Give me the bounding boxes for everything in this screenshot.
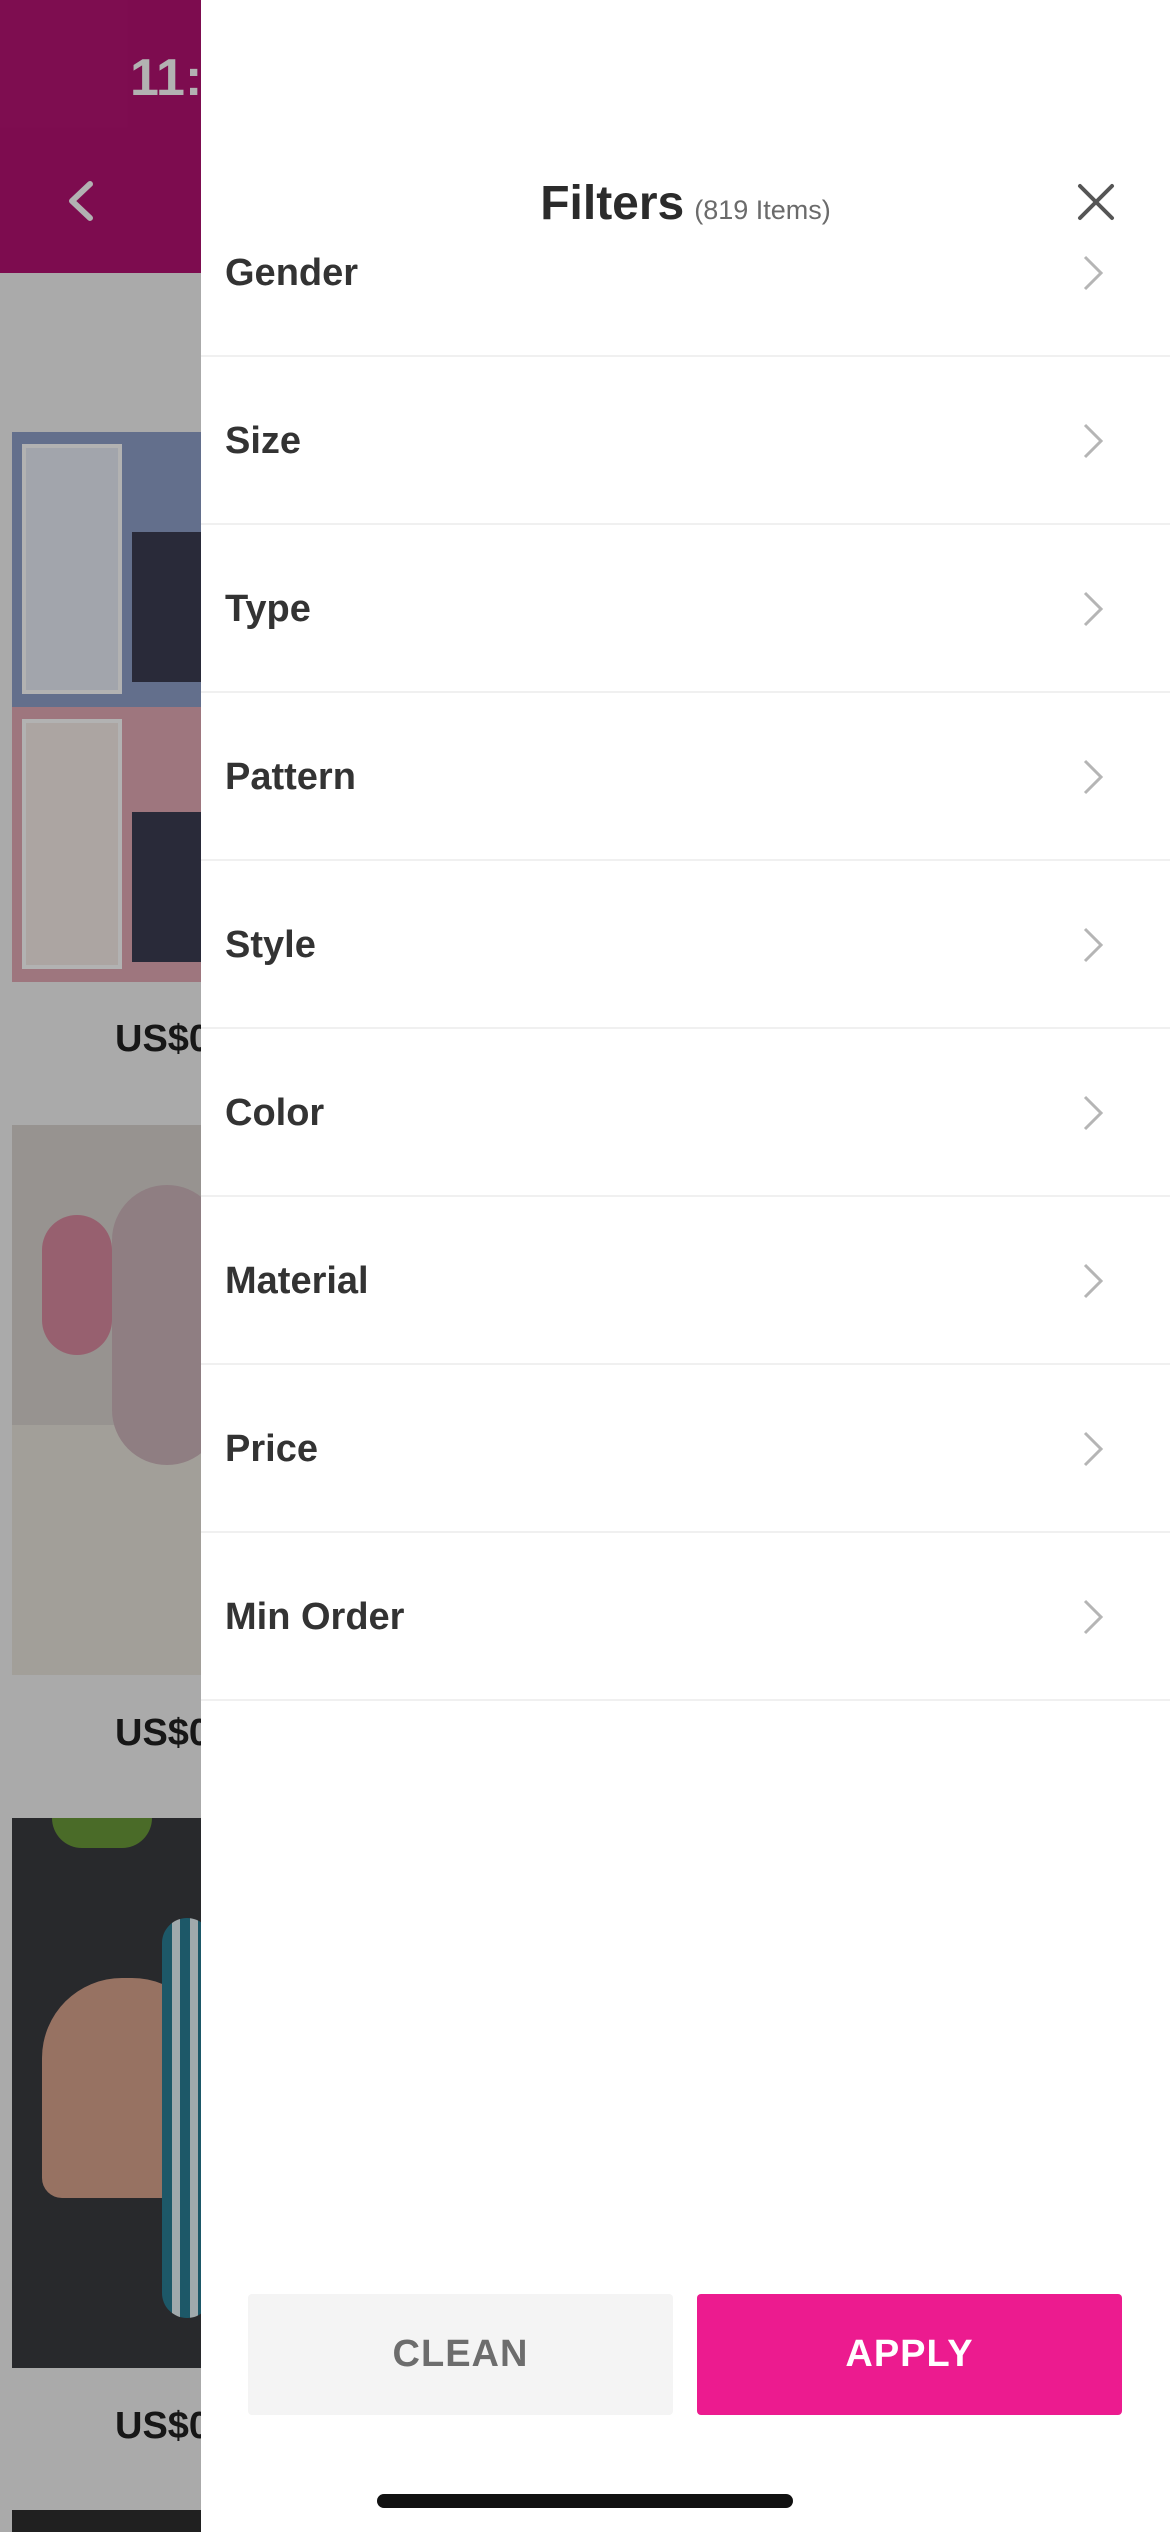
filter-item-min-order[interactable]: Min Order	[201, 1533, 1170, 1701]
filter-item-color[interactable]: Color	[201, 1029, 1170, 1197]
filter-item-label: Pattern	[225, 756, 356, 798]
filter-drawer: Filters (819 Items) Gender Size Type Patt…	[201, 0, 1170, 2532]
home-indicator	[377, 2494, 793, 2508]
filter-item-size[interactable]: Size	[201, 357, 1170, 525]
filter-item-pattern[interactable]: Pattern	[201, 693, 1170, 861]
chevron-right-icon	[1083, 1599, 1104, 1635]
filter-item-label: Color	[225, 1092, 325, 1134]
filter-item-label: Min Order	[225, 1596, 405, 1638]
apply-button[interactable]: APPLY	[697, 2294, 1122, 2415]
filter-item-label: Gender	[225, 252, 359, 294]
chevron-right-icon	[1083, 927, 1104, 963]
filter-item-gender[interactable]: Gender	[201, 189, 1170, 357]
filter-item-label: Size	[225, 420, 302, 462]
clean-button[interactable]: CLEAN	[248, 2294, 673, 2415]
filter-item-style[interactable]: Style	[201, 861, 1170, 1029]
filter-item-label: Material	[225, 1260, 369, 1302]
chevron-right-icon	[1083, 1431, 1104, 1467]
chevron-right-icon	[1083, 1095, 1104, 1131]
chevron-right-icon	[1083, 423, 1104, 459]
filter-list: Gender Size Type Pattern Style Color Mat…	[201, 189, 1170, 1701]
filter-item-type[interactable]: Type	[201, 525, 1170, 693]
filter-item-label: Style	[225, 924, 316, 966]
filter-item-material[interactable]: Material	[201, 1197, 1170, 1365]
chevron-right-icon	[1083, 1263, 1104, 1299]
filter-item-label: Type	[225, 588, 311, 630]
filter-item-label: Price	[225, 1428, 318, 1470]
filter-item-price[interactable]: Price	[201, 1365, 1170, 1533]
chevron-right-icon	[1083, 759, 1104, 795]
chevron-right-icon	[1083, 591, 1104, 627]
chevron-right-icon	[1083, 255, 1104, 291]
